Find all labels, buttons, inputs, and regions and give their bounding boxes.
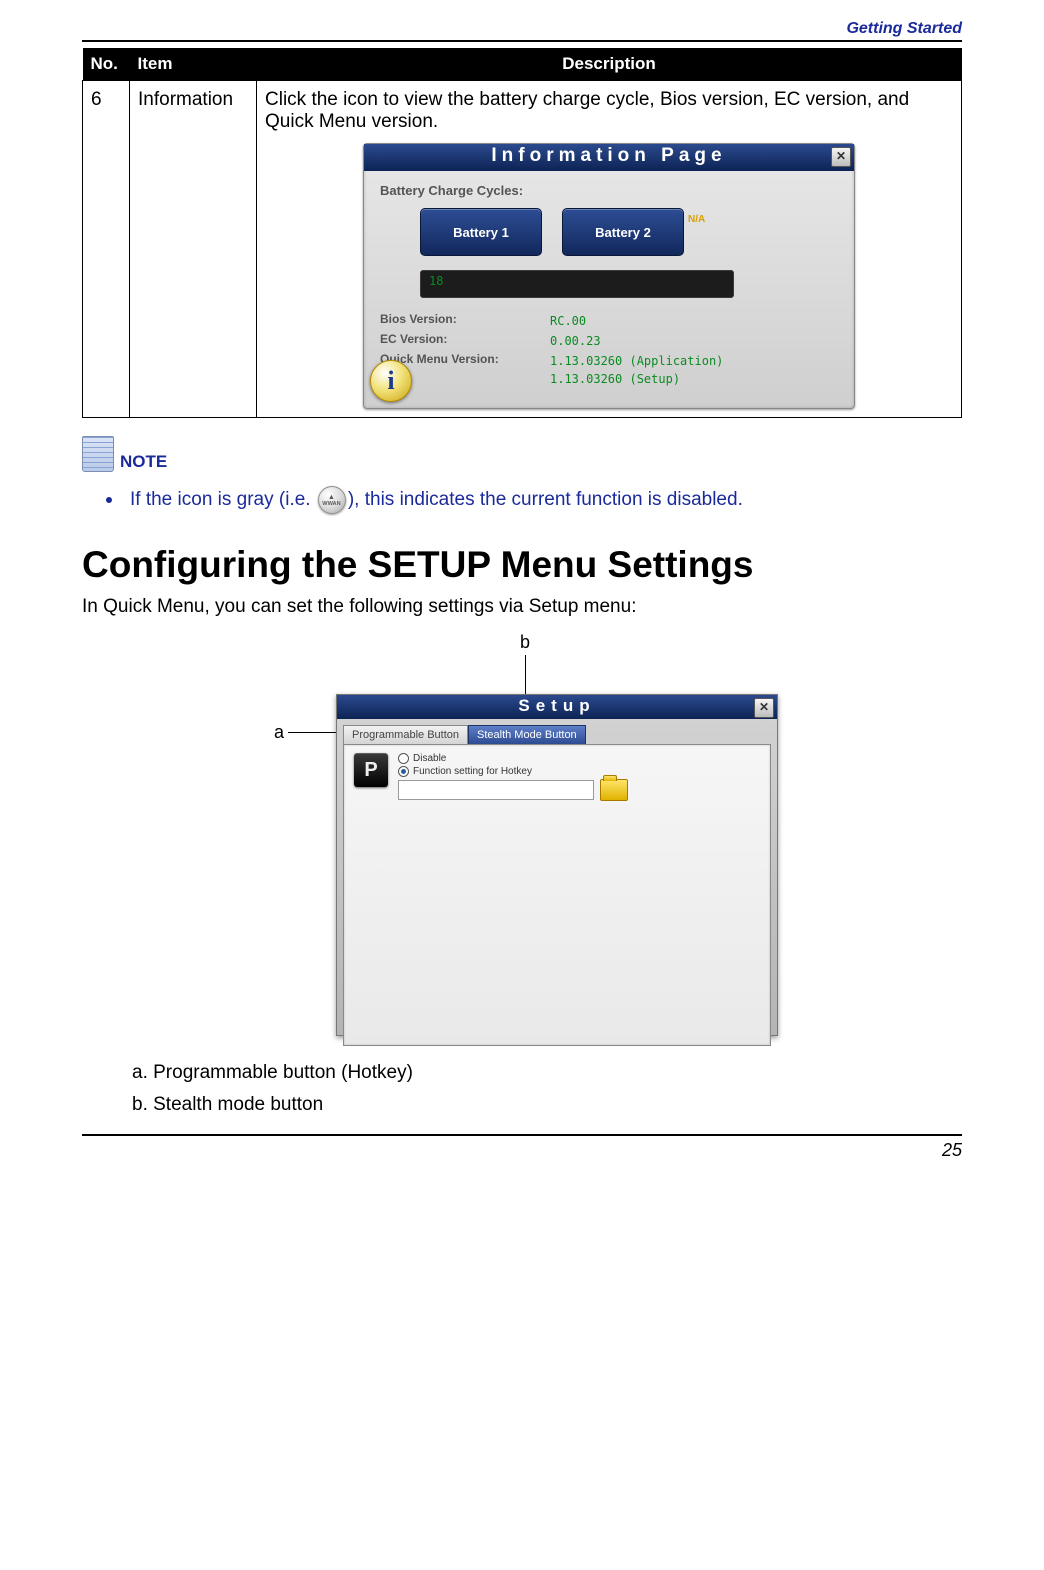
note-text: If the icon is gray (i.e. ▲WWAN), this i…: [82, 486, 962, 514]
battery2-button[interactable]: Battery 2: [562, 208, 684, 256]
row-desc-cell: Click the icon to view the battery charg…: [257, 81, 962, 418]
quickmenu-version-app: 1.13.03260 (Application): [550, 352, 723, 370]
note-text-post: ), this indicates the current function i…: [348, 489, 743, 510]
radio-disable-label: Disable: [413, 753, 446, 764]
col-item-header: Item: [130, 48, 257, 81]
info-icon: i: [370, 360, 412, 402]
wwan-icon: ▲WWAN: [318, 486, 346, 514]
page-title: Configuring the SETUP Menu Settings: [82, 542, 962, 588]
close-icon[interactable]: ✕: [831, 147, 851, 167]
row-desc-text: Click the icon to view the battery charg…: [265, 89, 953, 133]
bullet-icon: [106, 497, 112, 503]
battery1-button[interactable]: Battery 1: [420, 208, 542, 256]
note-icon: [82, 436, 114, 472]
list-item-a: a. Programmable button (Hotkey): [132, 1062, 962, 1084]
quickmenu-version-label: Quick Menu Version:: [380, 352, 550, 366]
hotkey-input[interactable]: [398, 780, 594, 800]
col-desc-header: Description: [257, 48, 962, 81]
section-header: Getting Started: [82, 20, 962, 42]
battery-cycles-label: Battery Charge Cycles:: [380, 183, 838, 198]
ec-version-label: EC Version:: [380, 332, 550, 346]
information-page-panel: Information Page ✕ Battery Charge Cycles…: [363, 143, 855, 409]
callout-a-label: a: [274, 722, 284, 743]
na-badge: N/A: [688, 214, 705, 225]
tab-programmable-button[interactable]: Programmable Button: [343, 725, 468, 744]
callout-a: a: [274, 722, 338, 743]
callout-b: b: [520, 632, 530, 695]
callout-b-label: b: [520, 632, 530, 652]
browse-folder-icon[interactable]: [600, 779, 628, 801]
radio-hotkey[interactable]: [398, 766, 409, 777]
p-key-icon: P: [354, 753, 388, 787]
info-panel-title: Information Page ✕: [364, 144, 854, 171]
setup-panel-title: Setup ✕: [337, 695, 777, 719]
page-number: 25: [82, 1136, 962, 1161]
radio-hotkey-label: Function setting for Hotkey: [413, 766, 532, 777]
close-icon[interactable]: ✕: [754, 698, 774, 718]
radio-disable[interactable]: [398, 753, 409, 764]
quickmenu-version-setup: 1.13.03260 (Setup): [550, 370, 723, 388]
row-item: Information: [130, 81, 257, 418]
bios-version-label: Bios Version:: [380, 312, 550, 326]
note-text-pre: If the icon is gray (i.e.: [130, 489, 316, 510]
list-item-b: b. Stealth mode button: [132, 1094, 962, 1116]
intro-text: In Quick Menu, you can set the following…: [82, 596, 962, 618]
tab-stealth-mode-button[interactable]: Stealth Mode Button: [468, 725, 586, 744]
setup-panel-title-text: Setup: [518, 696, 595, 715]
setup-panel: Setup ✕ Programmable Button Stealth Mode…: [336, 694, 778, 1036]
feature-table: No. Item Description 6 Information Click…: [82, 48, 962, 418]
row-no: 6: [83, 81, 130, 418]
setup-figure: b a Setup ✕ Programmable Button Stealth …: [252, 632, 792, 1052]
info-panel-title-text: Information Page: [491, 145, 726, 166]
col-no-header: No.: [83, 48, 130, 81]
quickmenu-version-values: 1.13.03260 (Application) 1.13.03260 (Set…: [550, 352, 723, 388]
ec-version-value: 0.00.23: [550, 332, 601, 350]
battery-cycle-count: 18: [429, 274, 443, 288]
bios-version-value: RC.00: [550, 312, 586, 330]
note-label: NOTE: [120, 452, 167, 472]
battery-cycle-count-box: 18: [420, 270, 734, 298]
setup-tab-body: P Disable Function setting for Hotkey: [343, 744, 771, 1046]
